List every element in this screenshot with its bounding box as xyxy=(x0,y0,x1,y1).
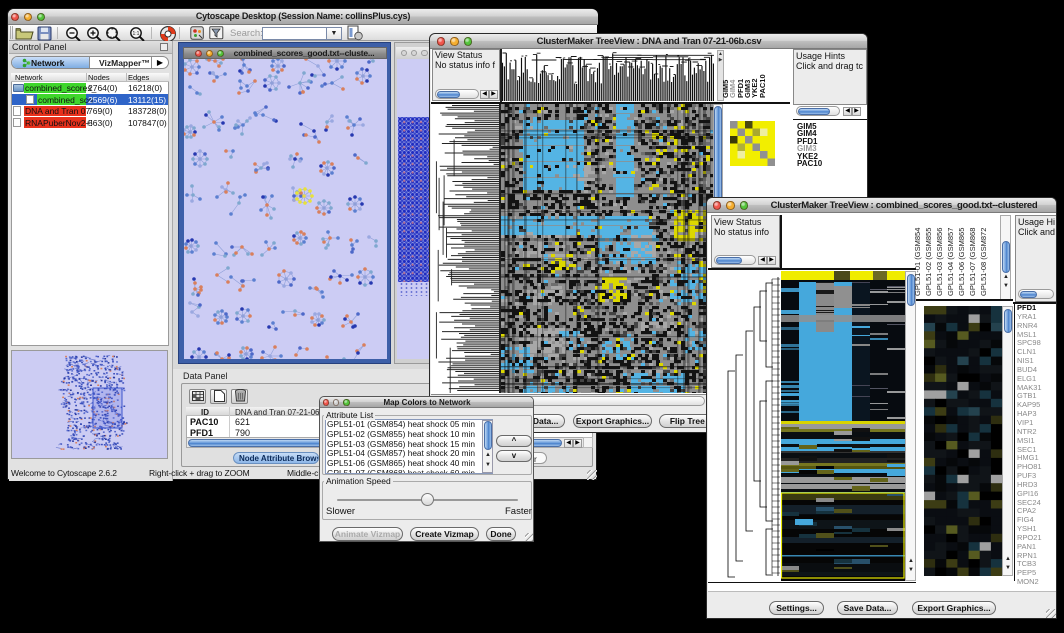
svg-text:1:1: 1:1 xyxy=(133,31,140,37)
